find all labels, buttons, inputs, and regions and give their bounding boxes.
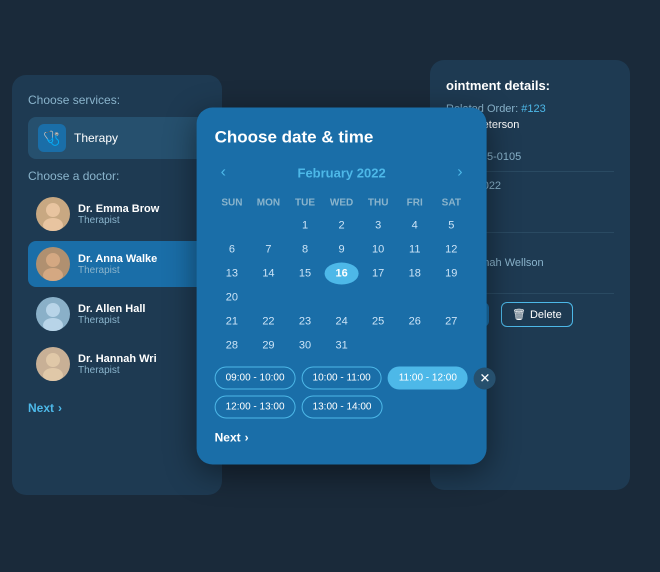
services-title: Choose services: — [28, 93, 206, 107]
prev-month-button[interactable]: ‹ — [215, 162, 232, 184]
cal-day-26[interactable]: 26 — [397, 311, 432, 333]
time-slot-0900[interactable]: 09:00 - 10:00 — [215, 367, 296, 390]
cal-day-10[interactable]: 10 — [361, 239, 396, 261]
cal-day-7[interactable]: 7 — [251, 239, 286, 261]
cal-day-empty — [288, 287, 323, 309]
cal-day-28[interactable]: 28 — [215, 335, 250, 357]
next-icon: › — [58, 401, 62, 415]
time-row-1: 09:00 - 10:00 10:00 - 11:00 11:00 - 12:0… — [215, 367, 469, 390]
cal-day-22[interactable]: 22 — [251, 311, 286, 333]
cal-day-30[interactable]: 30 — [288, 335, 323, 357]
cal-day-empty — [397, 335, 432, 357]
cal-day-9[interactable]: 9 — [324, 239, 359, 261]
calendar-title: Choose date & time — [215, 128, 469, 148]
choose-services-card: Choose services: 🩺 Therapy Choose a doct… — [12, 75, 222, 495]
cal-day-8[interactable]: 8 — [288, 239, 323, 261]
avatar-anna — [36, 247, 70, 281]
doctor-item-hannah[interactable]: Dr. Hannah Wri Therapist — [28, 341, 206, 387]
cal-day-25[interactable]: 25 — [361, 311, 396, 333]
cal-day-20[interactable]: 20 — [215, 287, 250, 309]
day-header-fri: FRI — [397, 194, 432, 213]
cal-day-17[interactable]: 17 — [361, 263, 396, 285]
doctor-info-anna: Dr. Anna Walke Therapist — [78, 253, 157, 276]
cal-day-empty — [251, 215, 286, 237]
cal-day-empty — [324, 287, 359, 309]
cal-day-18[interactable]: 18 — [397, 263, 432, 285]
cal-day-empty — [434, 287, 469, 309]
doctor-info-hannah: Dr. Hannah Wri Therapist — [78, 353, 157, 376]
time-slot-1200[interactable]: 12:00 - 13:00 — [215, 396, 296, 419]
doctor-info-emma: Dr. Emma Brow Therapist — [78, 203, 159, 226]
next-month-button[interactable]: › — [451, 162, 468, 184]
cal-day-empty — [397, 287, 432, 309]
day-header-tue: TUE — [288, 194, 323, 213]
order-link[interactable]: #123 — [521, 103, 545, 115]
doctor-item-active[interactable]: Dr. Anna Walke Therapist — [28, 241, 206, 287]
cal-next-icon: › — [245, 431, 249, 445]
cal-day-5[interactable]: 5 — [434, 215, 469, 237]
cal-day-13[interactable]: 13 — [215, 263, 250, 285]
time-slot-1100-selected[interactable]: 11:00 - 12:00 — [388, 367, 468, 390]
day-header-wed: WED — [324, 194, 359, 213]
cal-day-12[interactable]: 12 — [434, 239, 469, 261]
cal-day-21[interactable]: 21 — [215, 311, 250, 333]
cal-day-29[interactable]: 29 — [251, 335, 286, 357]
day-header-thu: THU — [361, 194, 396, 213]
avatar-allen — [36, 297, 70, 331]
day-header-sun: SUN — [215, 194, 250, 213]
calendar-card: Choose date & time ‹ February 2022 › SUN… — [197, 108, 487, 465]
time-slots-container: 09:00 - 10:00 10:00 - 11:00 11:00 - 12:0… — [215, 367, 469, 419]
cal-day-empty — [434, 335, 469, 357]
avatar-hannah — [36, 347, 70, 381]
service-therapy-item[interactable]: 🩺 Therapy — [28, 117, 206, 159]
cal-day-1[interactable]: 1 — [288, 215, 323, 237]
cal-day-24[interactable]: 24 — [324, 311, 359, 333]
doctor-info-allen: Dr. Allen Hall Therapist — [78, 303, 145, 326]
doctor-item-allen[interactable]: Dr. Allen Hall Therapist — [28, 291, 206, 337]
cal-day-16-selected[interactable]: 16 — [324, 263, 359, 285]
cal-day-6[interactable]: 6 — [215, 239, 250, 261]
cal-day-empty — [251, 287, 286, 309]
cal-day-27[interactable]: 27 — [434, 311, 469, 333]
cal-day-3[interactable]: 3 — [361, 215, 396, 237]
delete-button[interactable]: 🗑 Delete — [501, 302, 573, 327]
cal-day-2[interactable]: 2 — [324, 215, 359, 237]
cal-day-11[interactable]: 11 — [397, 239, 432, 261]
trash-icon: 🗑 — [512, 308, 526, 321]
cal-day-empty — [361, 335, 396, 357]
cal-day-4[interactable]: 4 — [397, 215, 432, 237]
calendar-nav: ‹ February 2022 › — [215, 162, 469, 184]
avatar-emma — [36, 197, 70, 231]
time-slot-close-button[interactable]: ✕ — [474, 367, 496, 389]
doctor-item[interactable]: Dr. Emma Brow Therapist — [28, 191, 206, 237]
left-card-next-button[interactable]: Next › — [28, 401, 62, 415]
doctor-title: Choose a doctor: — [28, 169, 206, 183]
cal-day-15[interactable]: 15 — [288, 263, 323, 285]
appointment-title: ointment details: — [446, 78, 614, 93]
day-header-mon: MON — [251, 194, 286, 213]
day-header-sat: SAT — [434, 194, 469, 213]
cal-day-empty — [361, 287, 396, 309]
therapy-icon: 🩺 — [38, 124, 66, 152]
calendar-grid: SUN MON TUE WED THU FRI SAT 1 2 3 4 5 6 … — [215, 194, 469, 357]
cal-day-31[interactable]: 31 — [324, 335, 359, 357]
cal-day-14[interactable]: 14 — [251, 263, 286, 285]
time-row-2: 12:00 - 13:00 13:00 - 14:00 — [215, 396, 469, 419]
month-year-label: February 2022 — [298, 165, 386, 180]
cal-day-19[interactable]: 19 — [434, 263, 469, 285]
time-slot-1000[interactable]: 10:00 - 11:00 — [302, 367, 382, 390]
calendar-next-button[interactable]: Next › — [215, 431, 249, 445]
cal-day-23[interactable]: 23 — [288, 311, 323, 333]
cal-day-empty — [215, 215, 250, 237]
time-slot-1300[interactable]: 13:00 - 14:00 — [302, 396, 383, 419]
